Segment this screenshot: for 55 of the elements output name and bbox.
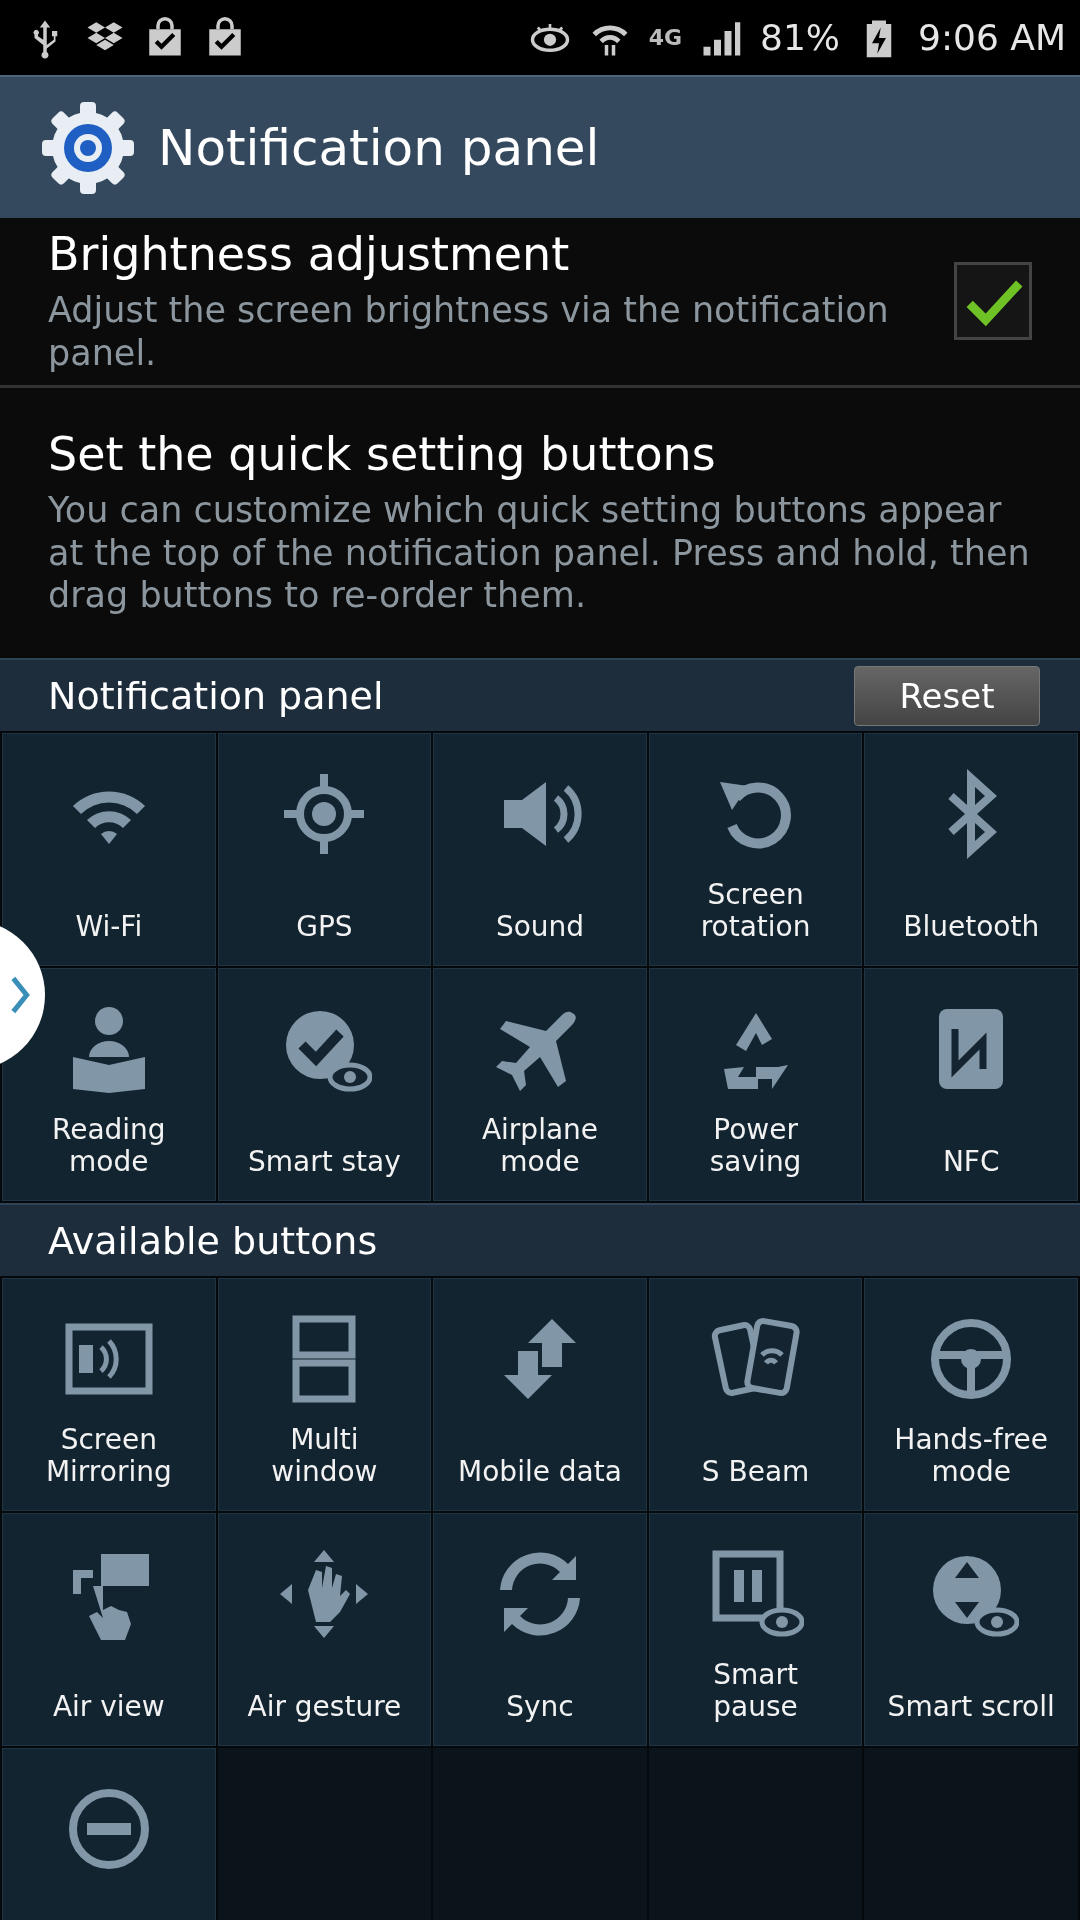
button-label: Multi window — [270, 1423, 379, 1488]
quick-setting-button[interactable]: Multi window — [217, 1278, 432, 1511]
button-label: NFC — [942, 1145, 1000, 1178]
button-label: Sync — [506, 1690, 574, 1723]
quick-setting-button[interactable]: Screen Mirroring — [2, 1278, 216, 1511]
button-label: Air view — [52, 1690, 165, 1723]
button-label: Sound — [495, 910, 585, 943]
button-label: Bluetooth — [903, 910, 1040, 943]
section-header: Notification panel — [48, 673, 385, 718]
quick-setting-button[interactable]: NFC — [864, 968, 1078, 1201]
button-label: Screen rotation — [699, 878, 812, 943]
quick-setting-button[interactable]: Hands-free mode — [864, 1278, 1078, 1511]
chevron-icon — [9, 975, 31, 1015]
quick-setting-button[interactable]: Screen rotation — [648, 733, 863, 966]
setting-summary: You can customize which quick setting buttons appear at the top of the notification panel. Press and hold, then drag buttons to re-order them. — [48, 488, 1031, 618]
button-label: Smart scroll — [887, 1690, 1055, 1723]
quick-setting-button[interactable]: Mobile data — [433, 1278, 647, 1511]
setting-title: Set the quick setting buttons — [48, 426, 717, 481]
network-type: 4G — [648, 25, 682, 50]
quick-setting-button[interactable]: Smart pause — [648, 1513, 863, 1746]
quick-setting-button[interactable]: Smart scroll — [864, 1513, 1078, 1746]
quick-setting-button[interactable]: Air gesture — [217, 1513, 432, 1746]
screen-title: Notification panel — [158, 118, 600, 177]
button-label: Air gesture — [247, 1690, 402, 1723]
quick-setting-button[interactable]: Air view — [2, 1513, 216, 1746]
button-label: Reading mode — [50, 1113, 167, 1178]
setting-title: Brightness adjustment — [48, 226, 571, 281]
quick-setting-button[interactable] — [2, 1748, 216, 1920]
quick-setting-button[interactable]: Power saving — [648, 968, 863, 1201]
battery-percent: 81% — [760, 17, 840, 58]
button-label: Wi-Fi — [75, 910, 143, 943]
quick-setting-button[interactable]: Sound — [433, 733, 647, 966]
setting-summary: Adjust the screen brightness via the notification panel. — [48, 288, 890, 375]
quick-setting-button[interactable]: Wi-Fi — [2, 733, 216, 966]
quick-setting-button[interactable]: Sync — [433, 1513, 647, 1746]
button-label: Screen Mirroring — [44, 1423, 173, 1488]
settings-icon — [40, 99, 136, 196]
button-label: Smart pause — [712, 1658, 799, 1723]
button-label: S Beam — [701, 1455, 810, 1488]
clock: 9:06 AM — [918, 17, 1066, 58]
button-label: Hands-free mode — [893, 1423, 1049, 1488]
quick-setting-button[interactable]: Reading mode — [2, 968, 216, 1201]
checkbox[interactable] — [954, 261, 1032, 340]
button-label: GPS — [296, 910, 353, 943]
section-header: Available buttons — [48, 1218, 379, 1263]
quick-setting-button[interactable]: GPS — [217, 733, 432, 966]
button-label: Mobile data — [458, 1455, 622, 1488]
button-label: Airplane mode — [480, 1113, 600, 1178]
reset-button[interactable]: Reset — [854, 665, 1040, 726]
quick-setting-button[interactable]: Smart stay — [217, 968, 432, 1201]
button-label: Smart stay — [247, 1145, 401, 1178]
quick-setting-button[interactable]: S Beam — [648, 1278, 863, 1511]
quick-setting-button[interactable]: Airplane mode — [433, 968, 647, 1201]
quick-setting-button[interactable]: Bluetooth — [864, 733, 1078, 966]
button-label: Power saving — [708, 1113, 803, 1178]
